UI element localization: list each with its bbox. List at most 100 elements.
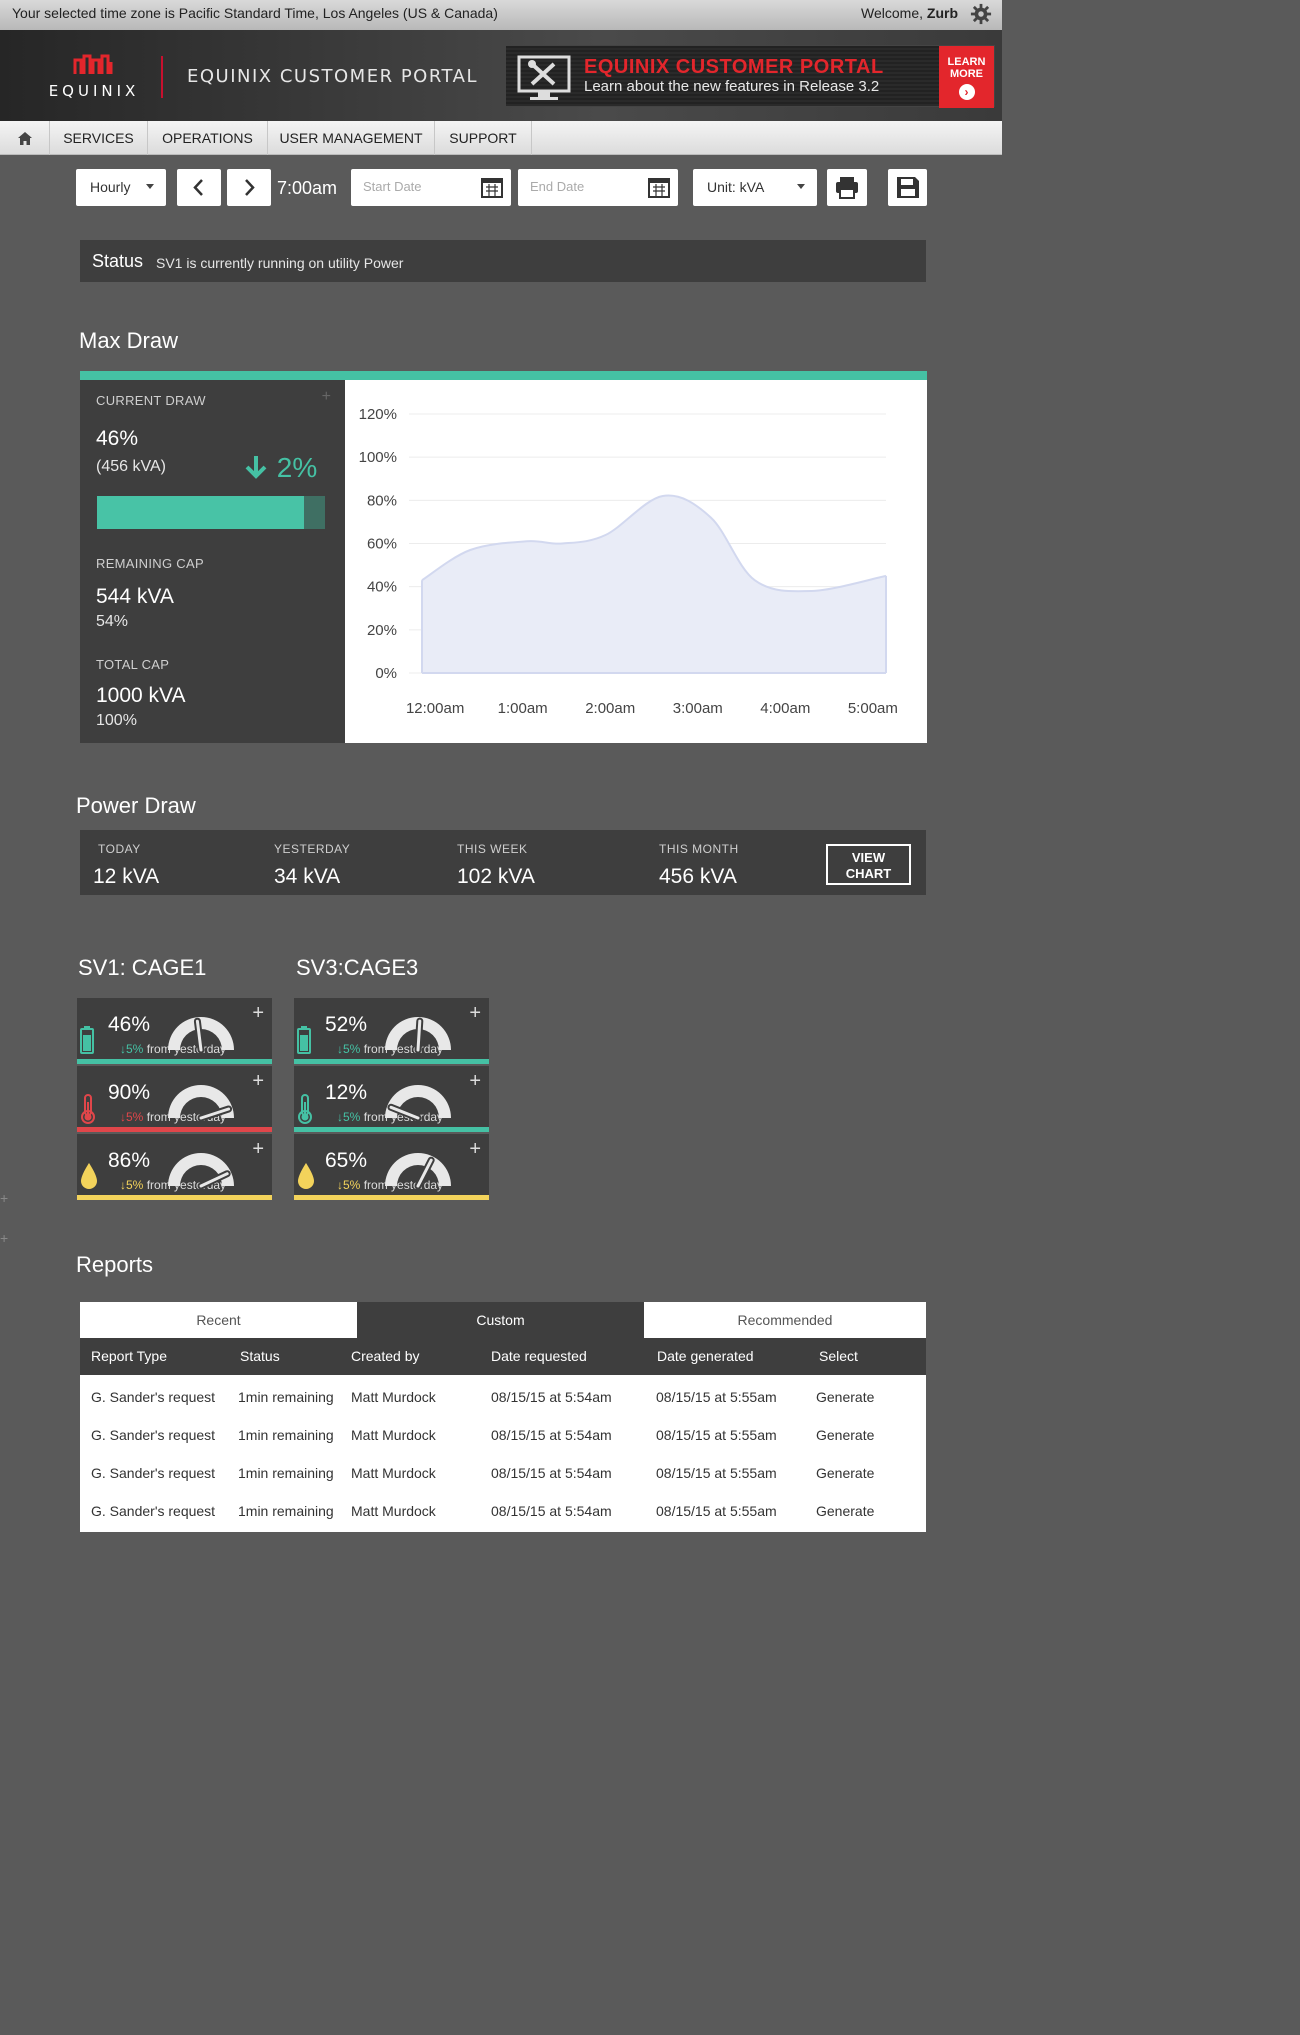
plus-icon[interactable]: + bbox=[322, 388, 331, 406]
col-status[interactable]: Status bbox=[240, 1348, 280, 1364]
col-date-generated[interactable]: Date generated bbox=[657, 1348, 754, 1364]
table-row[interactable]: G. Sander's request 1min remaining Matt Mu… bbox=[80, 1453, 926, 1491]
gauge-status-stripe bbox=[77, 1059, 272, 1064]
cell-created-by: Matt Murdock bbox=[351, 1389, 436, 1405]
cell-status: 1min remaining bbox=[238, 1389, 334, 1405]
generate-link[interactable]: Generate bbox=[816, 1427, 874, 1443]
tab-recent[interactable]: Recent bbox=[80, 1302, 357, 1338]
power-draw-label: TODAY bbox=[98, 842, 141, 856]
nav-user-management[interactable]: USER MANAGEMENT bbox=[268, 121, 435, 155]
user-name[interactable]: Zurb bbox=[927, 5, 958, 21]
plus-icon[interactable]: + bbox=[252, 1002, 264, 1025]
learn-more-line1: LEARN bbox=[947, 56, 986, 68]
reports-table-header: Report Type Status Created by Date reque… bbox=[80, 1338, 926, 1375]
cell-status: 1min remaining bbox=[238, 1427, 334, 1443]
col-created-by[interactable]: Created by bbox=[351, 1348, 419, 1364]
interval-value: Hourly bbox=[90, 179, 131, 195]
battery-icon bbox=[297, 1026, 311, 1059]
cell-created-by: Matt Murdock bbox=[351, 1465, 436, 1481]
chevron-left-icon bbox=[193, 179, 203, 196]
release-promo-banner[interactable]: EQUINIX CUSTOMER PORTAL Learn about the … bbox=[505, 45, 995, 108]
tools-icon bbox=[517, 55, 571, 100]
next-button[interactable] bbox=[227, 169, 271, 206]
max-draw-summary: + CURRENT DRAW 46% (456 kVA) 2% REMAININ… bbox=[80, 380, 345, 743]
plus-icon[interactable]: + bbox=[252, 1070, 264, 1093]
thermometer-icon bbox=[80, 1094, 96, 1129]
gauge-percent: 90% bbox=[108, 1081, 151, 1104]
prev-button[interactable] bbox=[177, 169, 221, 206]
power-draw-value: 12 kVA bbox=[93, 865, 160, 888]
cell-date-requested: 08/15/15 at 5:54am bbox=[491, 1389, 612, 1405]
remaining-cap-percent: 54% bbox=[96, 613, 129, 630]
gear-icon[interactable] bbox=[970, 3, 992, 25]
reports-tabs: Recent Custom Recommended bbox=[80, 1302, 926, 1338]
x-tick-label: 2:00am bbox=[585, 700, 635, 717]
gauge-status-stripe bbox=[77, 1195, 272, 1200]
caret-down-icon bbox=[146, 184, 154, 189]
table-row[interactable]: G. Sander's request 1min remaining Matt Mu… bbox=[80, 1491, 926, 1529]
power-draw-value: 102 kVA bbox=[457, 865, 535, 888]
cell-created-by: Matt Murdock bbox=[351, 1503, 436, 1519]
tab-recommended[interactable]: Recommended bbox=[644, 1302, 926, 1338]
plus-icon[interactable]: + bbox=[469, 1138, 481, 1161]
col-date-requested[interactable]: Date requested bbox=[491, 1348, 587, 1364]
current-draw-progress bbox=[97, 496, 325, 529]
gauge-percent: 65% bbox=[325, 1149, 368, 1172]
cell-date-requested: 08/15/15 at 5:54am bbox=[491, 1503, 612, 1519]
gauge-dial-icon bbox=[380, 1142, 460, 1197]
nav-support[interactable]: SUPPORT bbox=[435, 121, 532, 155]
table-row[interactable]: G. Sander's request 1min remaining Matt Mu… bbox=[80, 1377, 926, 1415]
generate-link[interactable]: Generate bbox=[816, 1389, 874, 1405]
y-tick-label: 0% bbox=[375, 665, 397, 682]
power-draw-value: 456 kVA bbox=[659, 865, 737, 888]
y-tick-label: 120% bbox=[359, 406, 397, 423]
plus-icon[interactable]: + bbox=[469, 1002, 481, 1025]
portal-title: EQUINIX CUSTOMER PORTAL bbox=[187, 66, 478, 87]
home-icon bbox=[17, 132, 32, 145]
equinix-logo[interactable]: EQUINIX bbox=[46, 54, 142, 104]
nav-services[interactable]: SERVICES bbox=[50, 121, 148, 155]
learn-more-button[interactable]: LEARN MORE › bbox=[939, 46, 994, 108]
save-button[interactable] bbox=[888, 169, 927, 206]
calendar-icon[interactable] bbox=[648, 176, 670, 198]
generate-link[interactable]: Generate bbox=[816, 1465, 874, 1481]
arrow-down-icon bbox=[245, 456, 267, 479]
start-date-input[interactable]: Start Date bbox=[351, 169, 511, 206]
plus-icon: + bbox=[0, 1190, 9, 1206]
print-button[interactable] bbox=[827, 169, 867, 206]
power-draw-bar: TODAY 12 kVA YESTERDAY 34 kVA THIS WEEK … bbox=[80, 830, 926, 895]
col-report-type[interactable]: Report Type bbox=[91, 1348, 167, 1364]
power-draw-label: THIS MONTH bbox=[659, 842, 739, 856]
promo-subtitle: Learn about the new features in Release … bbox=[584, 78, 880, 95]
nav-home[interactable] bbox=[0, 121, 50, 155]
main-nav: SERVICES OPERATIONS USER MANAGEMENT SUPP… bbox=[0, 121, 1002, 155]
generate-link[interactable]: Generate bbox=[816, 1503, 874, 1519]
view-chart-button[interactable]: VIEW CHART bbox=[826, 844, 911, 885]
tab-custom[interactable]: Custom bbox=[357, 1302, 644, 1338]
current-time: 7:00am bbox=[277, 178, 338, 198]
cell-status: 1min remaining bbox=[238, 1465, 334, 1481]
gauge-status-stripe bbox=[294, 1195, 489, 1200]
plus-icon[interactable]: + bbox=[252, 1138, 264, 1161]
unit-select[interactable]: Unit: kVA bbox=[693, 169, 817, 206]
gauge-tile: 46% ↓5% from yesterday + bbox=[77, 998, 272, 1064]
nav-operations[interactable]: OPERATIONS bbox=[148, 121, 268, 155]
current-draw-progress-fill bbox=[97, 496, 305, 529]
col-select[interactable]: Select bbox=[819, 1348, 858, 1364]
calendar-icon[interactable] bbox=[481, 176, 503, 198]
table-row[interactable]: G. Sander's request 1min remaining Matt Mu… bbox=[80, 1415, 926, 1453]
power-draw-label: YESTERDAY bbox=[274, 842, 351, 856]
gauge-delta: ↓5% bbox=[120, 1042, 144, 1056]
cell-date-generated: 08/15/15 at 5:55am bbox=[656, 1503, 777, 1519]
y-tick-label: 60% bbox=[367, 536, 397, 553]
droplet-icon bbox=[80, 1162, 98, 1195]
start-date-placeholder: Start Date bbox=[363, 179, 422, 194]
current-draw-delta-value: 2% bbox=[276, 452, 318, 483]
plus-icon[interactable]: + bbox=[469, 1070, 481, 1093]
cell-date-generated: 08/15/15 at 5:55am bbox=[656, 1427, 777, 1443]
x-tick-label: 5:00am bbox=[848, 700, 898, 717]
cell-date-requested: 08/15/15 at 5:54am bbox=[491, 1427, 612, 1443]
gauge-dial-icon bbox=[380, 1006, 460, 1061]
interval-select[interactable]: Hourly bbox=[76, 169, 166, 206]
end-date-input[interactable]: End Date bbox=[518, 169, 678, 206]
